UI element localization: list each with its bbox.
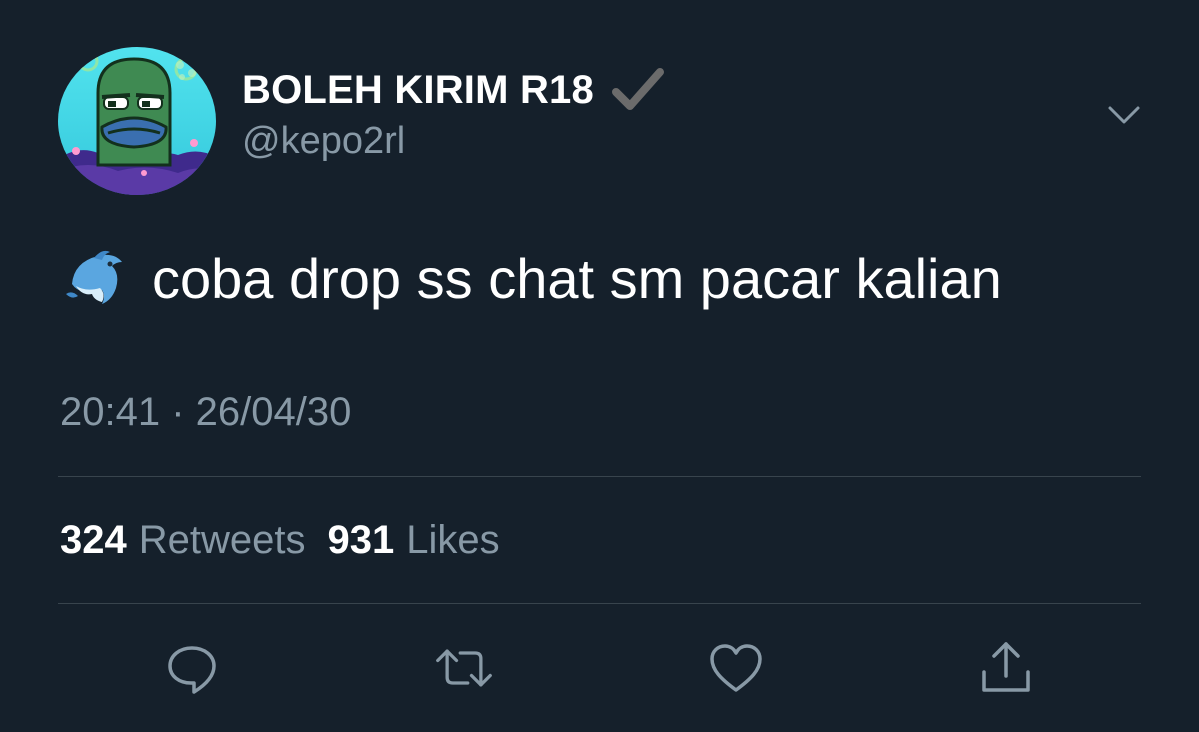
author-handle[interactable]: @kepo2rl — [242, 120, 405, 163]
retweets-count: 324 — [60, 518, 127, 562]
retweet-icon — [436, 649, 492, 687]
chevron-down-icon[interactable] — [1104, 100, 1144, 130]
likes-stat[interactable]: 931 Likes — [328, 518, 500, 563]
avatar[interactable] — [58, 47, 216, 195]
tweet-body: coba drop ss chat sm pacar kalian — [152, 246, 1002, 310]
reply-button[interactable] — [162, 638, 222, 698]
tweet-card: BOLEH KIRIM R18 @kepo2rl coba drop ss ch… — [0, 0, 1199, 732]
retweets-stat[interactable]: 324 Retweets — [60, 518, 306, 563]
share-icon — [982, 642, 1030, 692]
author-name-row: BOLEH KIRIM R18 — [242, 62, 664, 118]
tweet-timestamp[interactable]: 20:41 · 26/04/30 — [60, 390, 351, 435]
check-icon — [611, 68, 664, 112]
share-button[interactable] — [976, 638, 1036, 698]
like-button[interactable] — [706, 638, 766, 698]
likes-count: 931 — [327, 518, 395, 562]
likes-label: Likes — [406, 518, 500, 562]
divider — [58, 603, 1141, 604]
tweet-stats: 324 Retweets 931 Likes — [60, 518, 500, 563]
like-icon — [710, 644, 762, 692]
retweets-label: Retweets — [138, 518, 306, 562]
tweet-text: coba drop ss chat sm pacar kalian — [62, 244, 1002, 312]
reply-icon — [168, 646, 216, 694]
retweet-button[interactable] — [434, 638, 494, 698]
author-display-name[interactable]: BOLEH KIRIM R18 — [242, 68, 594, 113]
avatar-image — [58, 47, 216, 195]
divider — [58, 476, 1141, 477]
dolphin-icon — [62, 244, 130, 312]
